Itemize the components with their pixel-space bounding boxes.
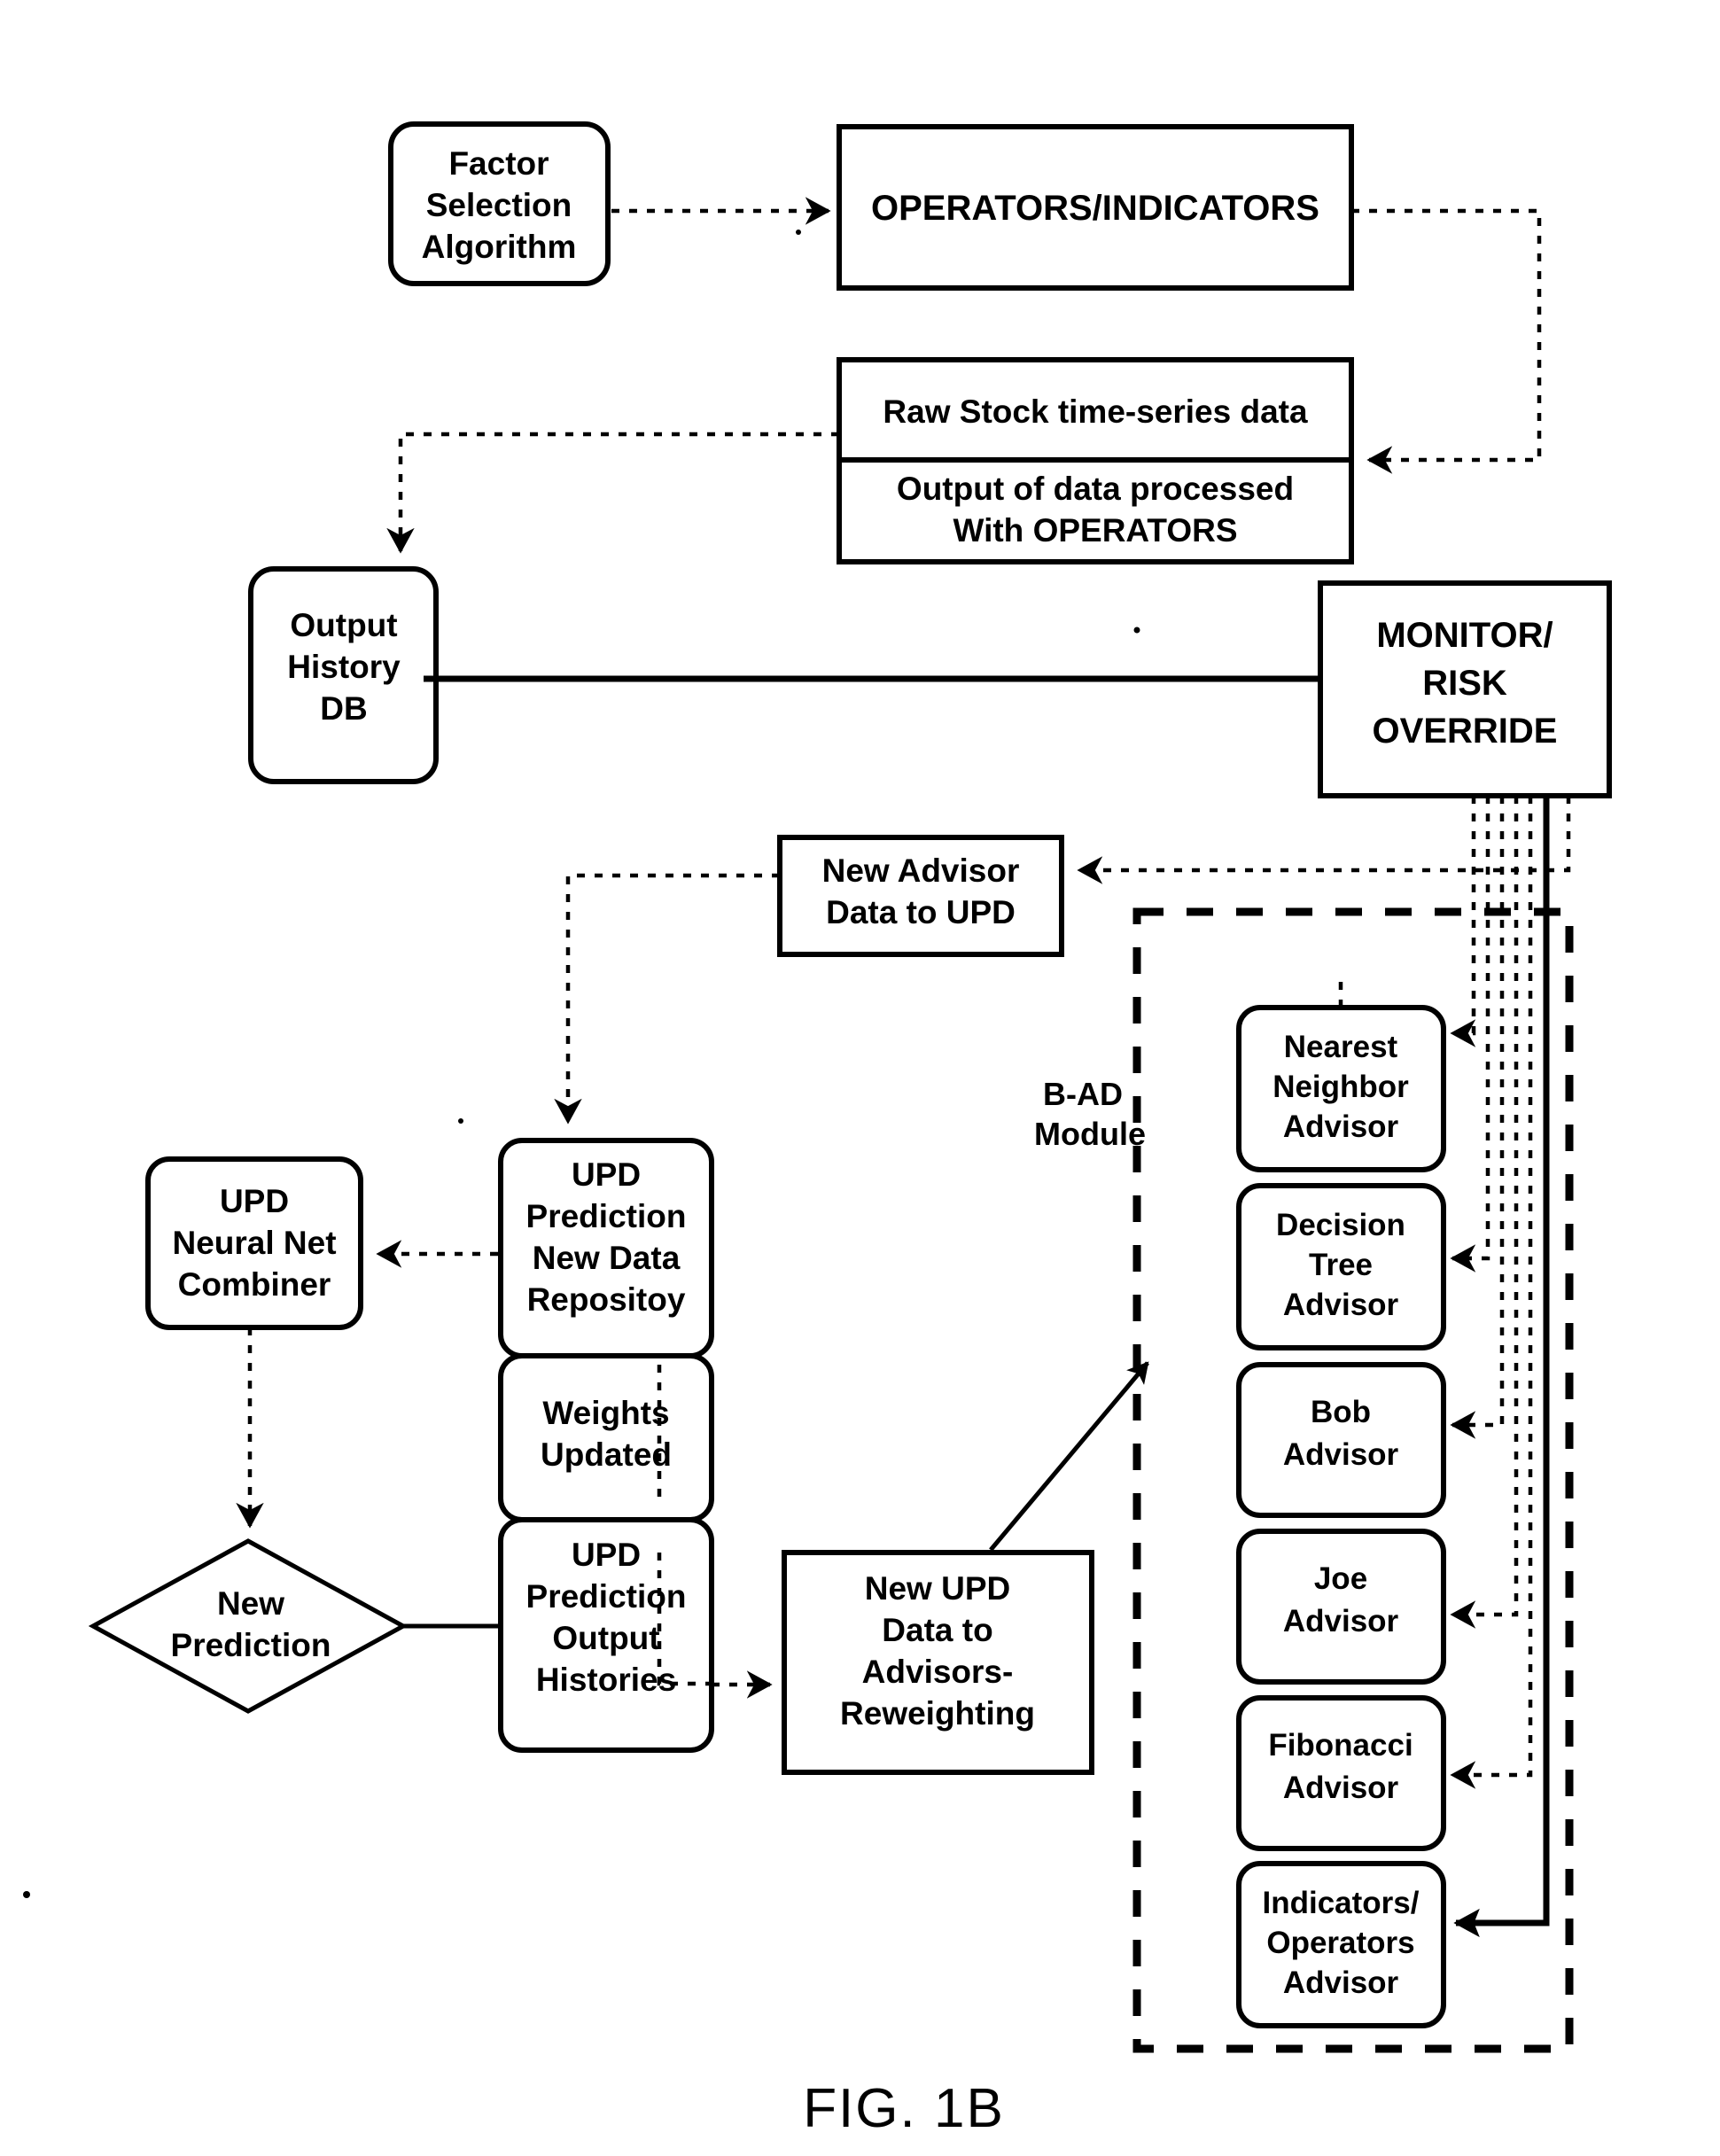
edge-operators-to-processed-output [1351,208,1542,474]
patent-figure-1b: Factor Selection Algorithm OPERATORS/IND… [0,0,1720,2156]
new-advisor-data-line-1: New Advisor [822,852,1020,889]
edge-monitor-to-new-advisor-data [1077,796,1571,884]
node-raw-stock-data-stack: Raw Stock time-series data Output of dat… [837,357,1354,564]
upd-repo-line-4: Repositoy [527,1281,686,1318]
advisor-line-2: Advisor [1283,1771,1399,1805]
node-operators-indicators: OPERATORS/INDICATORS [837,124,1354,291]
factor-selection-line-2: Selection [426,187,572,223]
advisor-line-2: Neighbor [1272,1070,1409,1104]
new-prediction-line-2: Prediction [171,1627,331,1663]
node-upd-prediction-output-histories: UPD Prediction Output Histories [498,1517,714,1753]
b-ad-module-label-line-2: Module [1034,1116,1146,1152]
advisor-line-3: Advisor [1283,1965,1399,2000]
upd-neural-net-line-3: Combiner [178,1266,331,1303]
advisor-nearest-neighbor: Nearest Neighbor Advisor [1236,1005,1446,1172]
upd-histories-line-3: Output [552,1620,659,1656]
edge-monitor-to-advisor-joe [1450,796,1519,1629]
node-upd-neural-net-combiner: UPD Neural Net Combiner [145,1156,363,1330]
figure-caption: FIG. 1B [803,2078,1005,2139]
node-weights-updated: Weights Updated [498,1353,714,1522]
monitor-risk-line-3: OVERRIDE [1373,712,1558,751]
upd-repo-line-2: Prediction [526,1198,687,1234]
node-new-upd-data-to-advisors-reweighting: New UPD Data to Advisors- Reweighting [782,1550,1094,1775]
factor-selection-line-3: Algorithm [422,229,577,265]
edge-monitor-to-advisor-bob [1450,796,1505,1439]
upd-histories-line-1: UPD [572,1537,641,1573]
node-monitor-risk-override: MONITOR/ RISK OVERRIDE [1318,580,1612,798]
scan-speck [23,1891,30,1898]
b-ad-module-label-line-1: B-AD [1043,1076,1123,1112]
advisor-line-1: Decision [1276,1208,1405,1242]
edge-new-upd-advisors-to-advisor-column [989,1361,1149,1552]
scan-speck [1133,627,1140,634]
node-new-prediction: New Prediction [88,1538,409,1714]
advisor-line-1: Fibonacci [1268,1728,1413,1763]
edge-monitor-to-advisor-indicators-operators [1453,796,1550,1938]
monitor-risk-line-2: RISK [1422,664,1507,703]
scan-speck [796,230,801,235]
processed-output-line-1: Output of data processed [897,471,1294,507]
advisor-line-1: Nearest [1284,1030,1398,1064]
advisor-line-1: Bob [1311,1395,1371,1429]
advisor-line-2: Advisor [1283,1604,1399,1638]
upd-neural-net-line-2: Neural Net [172,1225,336,1261]
advisor-line-3: Advisor [1283,1288,1399,1322]
operators-indicators-label: OPERATORS/INDICATORS [871,189,1319,228]
new-upd-line-2: Data to [882,1612,992,1648]
b-ad-module-label: B-AD Module [1034,1076,1146,1152]
scan-speck [458,1118,463,1124]
advisor-bob: Bob Advisor [1236,1362,1446,1518]
upd-repo-line-3: New Data [533,1240,681,1276]
new-upd-line-3: Advisors- [862,1654,1014,1690]
upd-histories-line-2: Prediction [526,1578,687,1615]
weights-updated-line-2: Updated [541,1436,672,1473]
factor-selection-line-1: Factor [448,145,549,182]
monitor-risk-line-1: MONITOR/ [1376,616,1553,655]
new-upd-line-1: New UPD [865,1570,1010,1607]
output-history-db-line-1: Output [290,607,397,643]
edge-new-advisor-data-to-upd-repo [554,873,780,1125]
advisor-fibonacci: Fibonacci Advisor [1236,1695,1446,1851]
advisor-line-1: Joe [1314,1561,1367,1596]
output-history-db-line-3: DB [320,690,367,727]
advisor-decision-tree: Decision Tree Advisor [1236,1183,1446,1350]
edge-raw-stock-to-output-history-db [386,432,839,554]
upd-repo-line-1: UPD [572,1156,641,1193]
edge-monitor-to-advisor-fibonacci [1450,796,1533,1789]
new-upd-line-4: Reweighting [840,1695,1035,1732]
processed-output-line-2: With OPERATORS [953,512,1237,549]
upd-neural-net-line-1: UPD [220,1183,289,1219]
node-new-advisor-data-to-upd: New Advisor Data to UPD [777,835,1064,957]
advisor-line-2: Operators [1266,1926,1414,1960]
output-history-db-line-2: History [287,649,401,685]
edge-monitor-to-advisor-decision-tree [1450,796,1490,1273]
advisor-indicators-operators: Indicators/ Operators Advisor [1236,1861,1446,2028]
advisor-line-2: Tree [1309,1248,1373,1282]
advisor-line-2: Advisor [1283,1437,1399,1472]
new-prediction-line-1: New [217,1585,284,1622]
advisor-line-3: Advisor [1283,1109,1399,1144]
weights-updated-line-1: Weights [542,1395,669,1431]
upd-histories-line-4: Histories [536,1662,676,1698]
raw-stock-label: Raw Stock time-series data [883,393,1308,430]
node-upd-prediction-new-data-repository: UPD Prediction New Data Repositoy [498,1138,714,1358]
advisor-joe: Joe Advisor [1236,1529,1446,1685]
node-output-history-db: Output History DB [248,566,439,784]
node-factor-selection-algorithm: Factor Selection Algorithm [388,121,611,286]
advisor-line-1: Indicators/ [1263,1886,1420,1920]
new-advisor-data-line-2: Data to UPD [826,894,1016,930]
diagram-canvas: Factor Selection Algorithm OPERATORS/IND… [23,121,1612,2139]
